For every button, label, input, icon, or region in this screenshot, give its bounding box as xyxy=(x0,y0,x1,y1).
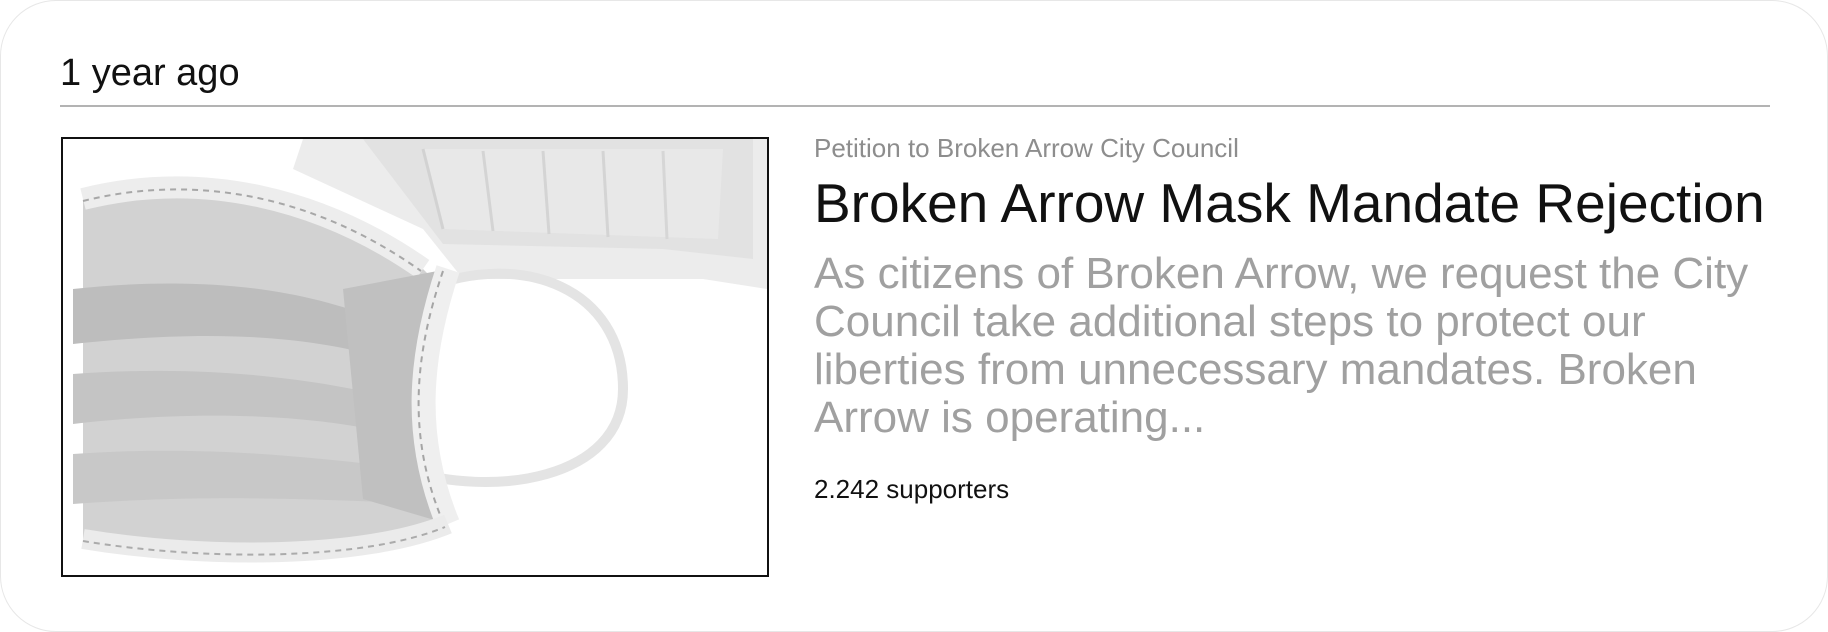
petition-card[interactable]: 1 year ago Petition to Broken Arrow City… xyxy=(0,0,1828,632)
supporter-count: 2.242 supporters xyxy=(814,474,1010,504)
timestamp: 1 year ago xyxy=(60,52,240,94)
petition-image[interactable] xyxy=(61,137,769,577)
petition-recipient: Petition to Broken Arrow City Council xyxy=(814,133,1239,163)
petition-title[interactable]: Broken Arrow Mask Mandate Rejection xyxy=(814,167,1774,240)
divider xyxy=(60,105,1770,107)
mask-illustration xyxy=(63,139,767,575)
petition-description: As citizens of Broken Arrow, we request … xyxy=(814,250,1749,442)
petition-content: Petition to Broken Arrow City Council Br… xyxy=(814,131,1774,506)
